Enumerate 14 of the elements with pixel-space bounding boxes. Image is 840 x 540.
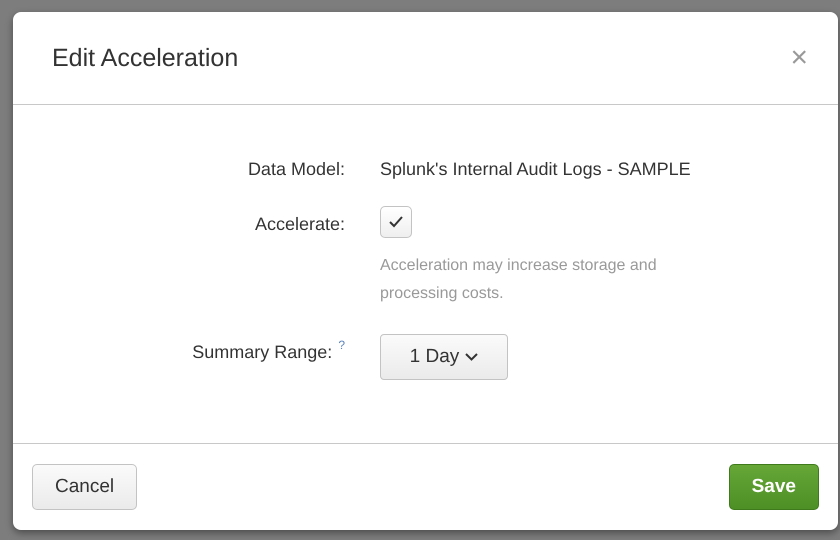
checkmark-icon [388, 215, 404, 229]
help-link[interactable]: ? [338, 338, 345, 352]
close-button[interactable]: × [786, 43, 812, 73]
chevron-icon [465, 353, 478, 361]
field-label: Data Model: [248, 159, 345, 180]
field-label: Accelerate: [254, 214, 345, 235]
accelerate-checkbox[interactable] [380, 206, 412, 238]
help-text: Acceleration may increase storage and processing costs. [380, 256, 658, 304]
dialog-title: Edit Acceleration [52, 44, 238, 72]
field-label: Summary Range: [192, 342, 332, 363]
save-button[interactable]: Save [728, 464, 819, 510]
cancel-button[interactable]: Cancel [32, 464, 138, 510]
range-dropdown[interactable]: 1 Day [380, 334, 508, 380]
field-value: Splunk's Internal Audit Logs - SAMPLE [380, 158, 692, 180]
